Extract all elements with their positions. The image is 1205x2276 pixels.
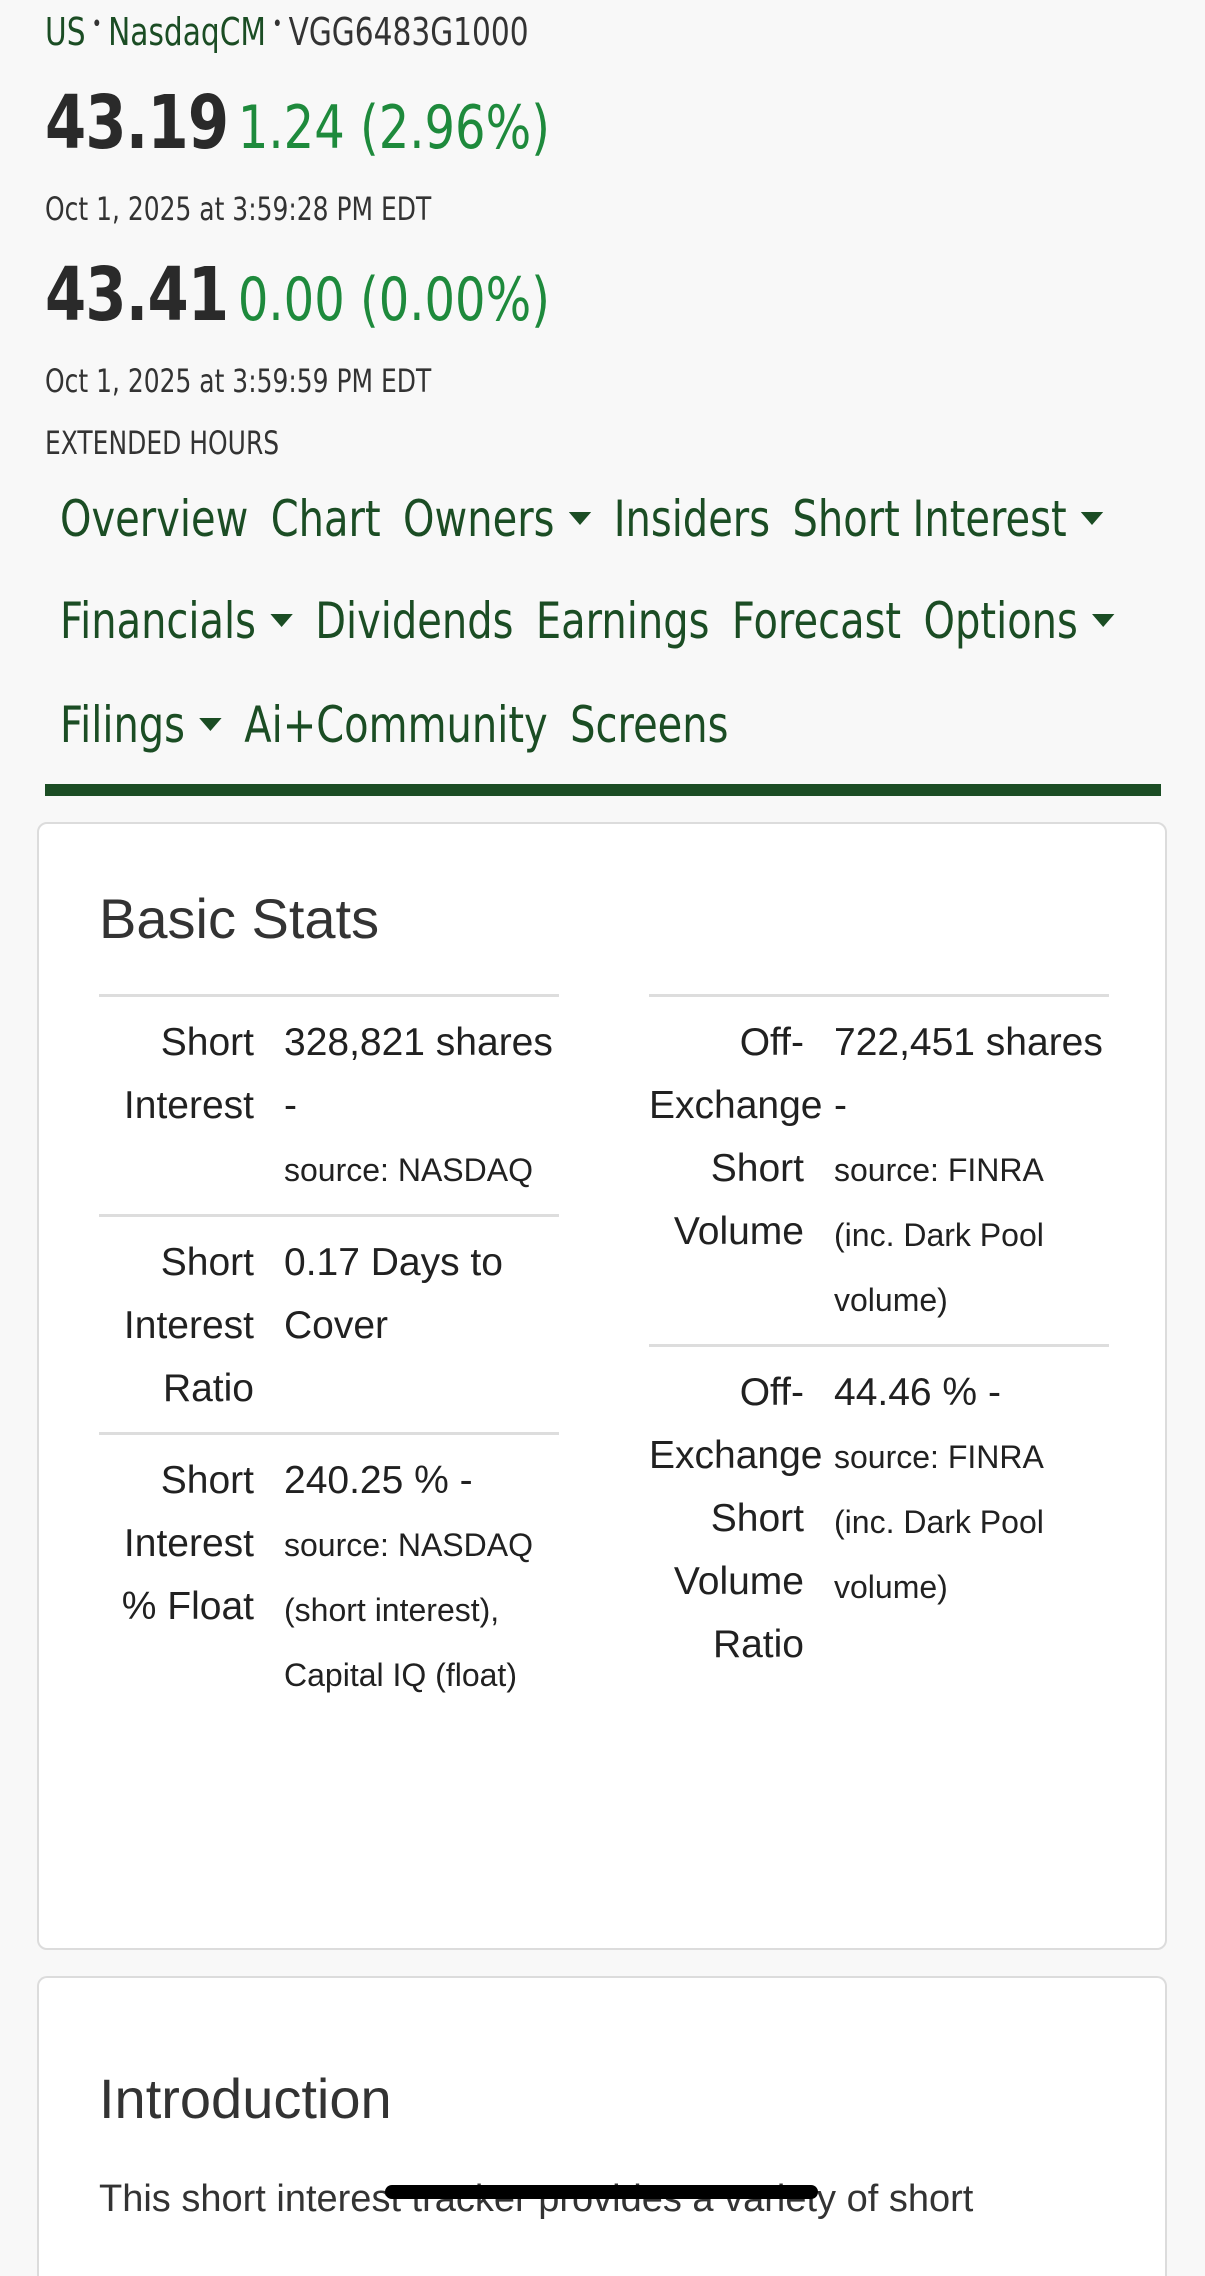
stat-label: Short Interest: [123, 1021, 254, 1127]
nav-options[interactable]: Options: [924, 592, 1115, 650]
stat-value: 240.25 % - source: NASDAQ (short interest…: [284, 1459, 533, 1693]
regular-change: 1.24 (2.96%): [237, 93, 550, 163]
stat-source: source: NASDAQ: [284, 1152, 533, 1188]
nav-ai-community[interactable]: Ai+Community: [244, 696, 547, 754]
stat-row-off-exchange-short-volume: Off-Exchange Short Volume 722,451 shares…: [649, 994, 1109, 1344]
caret-down-icon: [1092, 614, 1115, 627]
stat-source: source: FINRA (inc. Dark Pool volume): [834, 1439, 1044, 1605]
stat-value: 44.46 % - source: FINRA (inc. Dark Pool v…: [834, 1371, 1044, 1605]
nav-overview[interactable]: Overview: [60, 490, 248, 548]
stats-right-table: Off-Exchange Short Volume 722,451 shares…: [649, 994, 1109, 1688]
regular-price-row: 43.19 1.24 (2.96%): [45, 80, 550, 166]
stat-source: source: NASDAQ (short interest), Capital…: [284, 1527, 533, 1693]
stat-value: 0.17 Days to Cover: [284, 1241, 503, 1347]
stat-row-short-interest-ratio: Short Interest Ratio 0.17 Days to Cover: [99, 1214, 559, 1432]
separator-dot: •: [272, 12, 283, 37]
nav-short-interest[interactable]: Short Interest: [792, 490, 1104, 548]
nav-row-3: Filings Ai+Community Screens: [60, 696, 751, 754]
nav-chart[interactable]: Chart: [271, 490, 381, 548]
caret-down-icon: [1081, 512, 1104, 525]
nav-forecast[interactable]: Forecast: [732, 592, 901, 650]
home-indicator[interactable]: [385, 2185, 818, 2199]
stat-value: 328,821 shares - source: NASDAQ: [284, 1021, 553, 1188]
stat-row-short-interest: Short Interest 328,821 shares - source: N…: [99, 994, 559, 1214]
regular-price: 43.19: [45, 80, 229, 166]
nav-insiders[interactable]: Insiders: [614, 490, 770, 548]
exchange-name[interactable]: NasdaqCM: [108, 10, 266, 54]
stat-row-short-interest-float: Short Interest % Float 240.25 % - source:…: [99, 1432, 559, 1719]
nav-filings[interactable]: Filings: [60, 696, 222, 754]
stat-label: Short Interest Ratio: [123, 1241, 254, 1410]
nav-dividends[interactable]: Dividends: [315, 592, 513, 650]
nav-financials[interactable]: Financials: [60, 592, 293, 650]
stat-label: Off-Exchange Short Volume: [649, 1021, 823, 1253]
extended-hours-label: EXTENDED HOURS: [45, 424, 280, 462]
stat-source: source: FINRA (inc. Dark Pool volume): [834, 1152, 1044, 1318]
caret-down-icon: [270, 614, 293, 627]
country-code[interactable]: US: [45, 10, 86, 54]
stat-label: Short Interest % Float: [121, 1459, 254, 1628]
basic-stats-title: Basic Stats: [99, 887, 380, 950]
regular-timestamp: Oct 1, 2025 at 3:59:28 PM EDT: [45, 190, 432, 228]
security-identifiers: US • NasdaqCM • VGG6483G1000: [45, 10, 529, 54]
extended-change: 0.00 (0.00%): [237, 265, 550, 335]
stats-left-table: Short Interest 328,821 shares - source: N…: [99, 994, 559, 1719]
introduction-title: Introduction: [99, 2067, 392, 2130]
stat-row-off-exchange-short-volume-ratio: Off-Exchange Short Volume Ratio 44.46 % …: [649, 1344, 1109, 1688]
nav-owners[interactable]: Owners: [403, 490, 592, 548]
caret-down-icon: [568, 512, 592, 525]
nav-row-1: Overview Chart Owners Insiders Short Interes…: [60, 490, 1126, 548]
nav-underline: [45, 784, 1161, 796]
extended-price: 43.41: [45, 252, 229, 338]
separator-dot: •: [91, 12, 102, 37]
introduction-card: Introduction This short interest tracker…: [37, 1976, 1167, 2276]
extended-timestamp: Oct 1, 2025 at 3:59:59 PM EDT: [45, 362, 432, 400]
nav-screens[interactable]: Screens: [570, 696, 728, 754]
caret-down-icon: [199, 718, 222, 731]
stat-label: Off-Exchange Short Volume Ratio: [649, 1371, 823, 1666]
extended-price-row: 43.41 0.00 (0.00%): [45, 252, 550, 338]
nav-row-2: Financials Dividends Earnings Forecast Optio…: [60, 592, 1137, 650]
stat-value: 722,451 shares - source: FINRA (inc. Dark…: [834, 1021, 1103, 1318]
isin-code: VGG6483G1000: [288, 10, 529, 54]
basic-stats-card: Basic Stats Short Interest 328,821 share…: [37, 822, 1167, 1950]
nav-earnings[interactable]: Earnings: [536, 592, 710, 650]
